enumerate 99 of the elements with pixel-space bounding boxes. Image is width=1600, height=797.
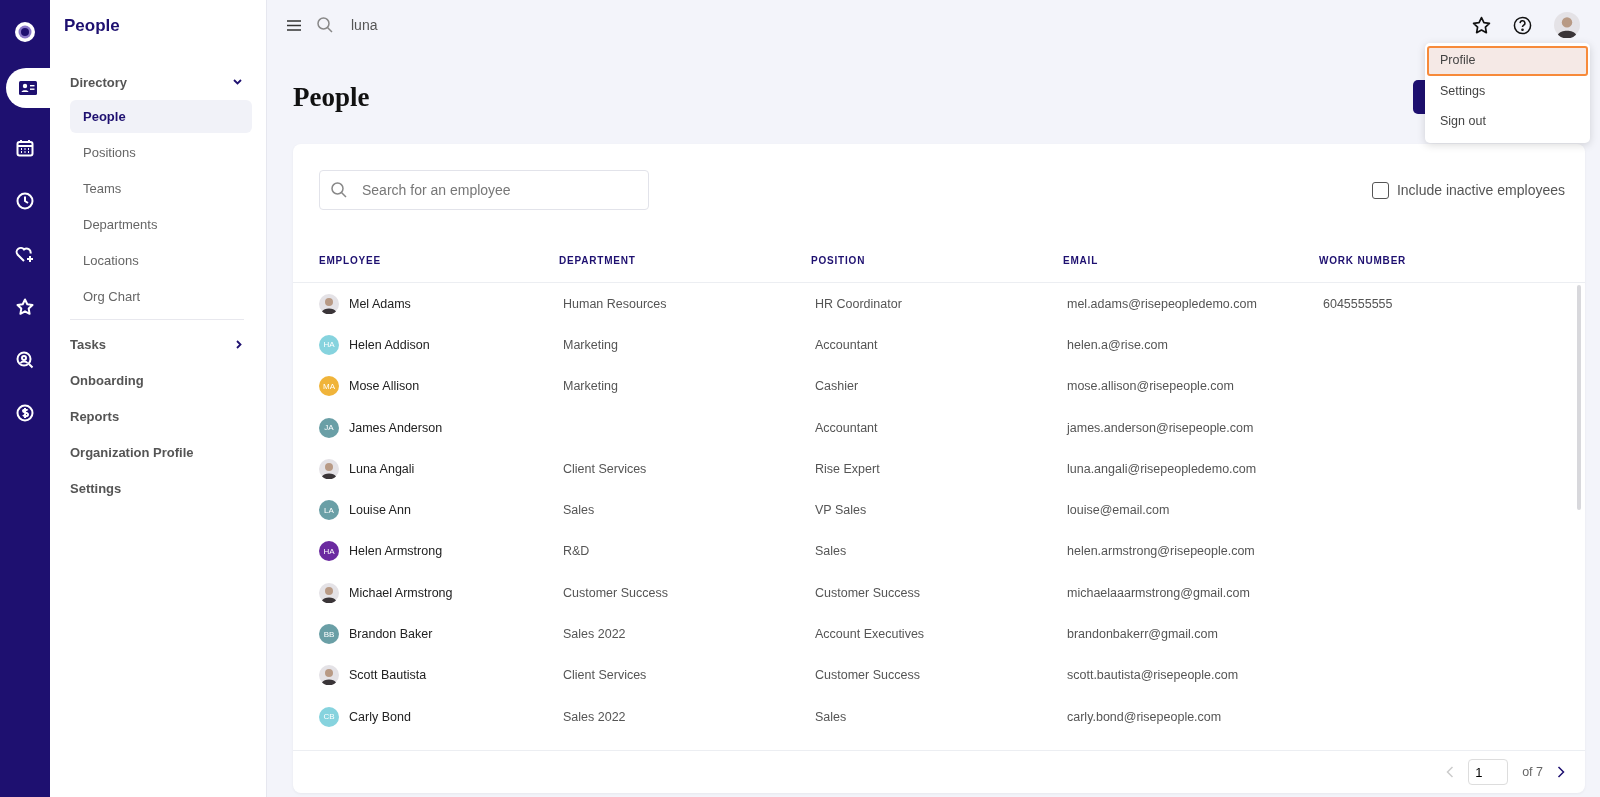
menu-item[interactable]: Sign out [1427,106,1588,136]
table-cell: Sales [563,503,595,518]
initials-avatar: CB [319,706,339,727]
table-cell: helen.armstrong@risepeople.com [1067,544,1255,559]
avatar-photo [1554,12,1580,38]
clock-icon[interactable] [16,191,34,210]
employee-name[interactable]: James Anderson [349,420,443,435]
id-card-icon[interactable] [19,81,37,95]
sidebar-group[interactable]: Onboarding [70,362,252,398]
table-cell: Customer Success [563,585,668,600]
employee-name[interactable]: Mel Adams [349,296,411,311]
column-header[interactable]: EMAIL [1063,254,1319,266]
menu-item[interactable]: Settings [1427,76,1588,106]
menu-icon[interactable] [287,19,301,31]
search-field[interactable]: luna [349,16,553,34]
sidebar-item[interactable]: Org Chart [70,280,252,313]
avatar-photo [319,458,339,479]
initials-avatar: BB [319,624,339,644]
next-page-button[interactable] [1557,766,1565,778]
dollar-icon[interactable] [16,403,34,422]
heart-plus-icon[interactable] [15,244,35,263]
sidebar-title: People [64,16,121,36]
avatar-photo [319,665,339,686]
table-cell: michaelaaarmstrong@gmail.com [1067,585,1250,600]
sidebar-item[interactable]: Locations [70,244,252,277]
sidebar-group[interactable]: Tasks [70,326,252,362]
table-cell: mel.adams@risepeopledemo.com [1067,296,1257,311]
table-cell: scott.bautista@risepeople.com [1067,668,1239,683]
table-cell: Accountant [815,337,878,352]
table-cell: mose.allison@risepeople.com [1067,379,1234,394]
table-cell: Sales [815,544,847,559]
table-cell: 6045555555 [1323,296,1393,311]
table-cell: Sales 2022 [563,709,626,724]
employee-name[interactable]: Helen Armstrong [349,544,443,559]
table-cell: Sales [815,709,847,724]
sidebar-item[interactable]: Departments [70,208,252,241]
initials-avatar: HA [319,334,339,355]
sidebar-group[interactable]: Reports [70,398,252,434]
avatar-photo [319,293,339,314]
employee-name[interactable]: Helen Addison [349,337,430,352]
sidebar-item[interactable]: Positions [70,136,252,169]
sidebar-group[interactable]: Directory [70,64,252,100]
table-cell: Sales 2022 [563,627,626,641]
sidebar-group[interactable]: Organization Profile [70,434,252,470]
checkbox[interactable] [1371,181,1389,199]
table-cell: Account Executives [815,627,925,641]
column-header[interactable]: WORK NUMBER [1319,254,1585,266]
table-cell: carly.bond@risepeople.com [1067,709,1222,724]
table-cell: Client Services [563,461,647,476]
employee-name[interactable]: Luna Angali [349,461,415,476]
column-header[interactable]: EMPLOYEE [319,254,559,266]
checkbox-label: Include inactive employees [1396,182,1565,198]
column-header[interactable]: POSITION [811,254,1063,266]
table-cell: luna.angali@risepeopledemo.com [1067,461,1257,476]
initials-avatar: MA [319,376,339,397]
table-cell: brandonbakerr@gmail.com [1067,627,1218,641]
person-search-icon[interactable] [16,350,34,369]
logo-icon [14,21,36,43]
table-cell: Accountant [815,420,878,435]
help-icon[interactable] [1513,15,1532,35]
scrollbar[interactable] [1577,285,1581,510]
employee-name[interactable]: Louise Ann [349,503,411,518]
employee-name[interactable]: Brandon Baker [349,627,433,641]
table-cell: Rise Expert [815,461,880,476]
employee-name[interactable]: Scott Bautista [349,668,427,683]
initials-avatar: HA [319,541,339,562]
table-cell: Cashier [815,379,859,394]
employee-name[interactable]: Mose Allison [349,379,420,394]
table-cell: VP Sales [815,503,867,518]
column-header[interactable]: DEPARTMENT [559,254,811,266]
star-icon[interactable] [1472,15,1491,35]
employee-search-field[interactable]: Search for an employee [319,170,649,210]
table-cell: HR Coordinator [815,296,902,311]
initials-avatar: JA [319,417,339,438]
employee-name[interactable]: Michael Armstrong [349,585,453,600]
search-icon [317,17,333,33]
table-cell: Customer Success [815,585,920,600]
table-cell: Marketing [563,379,618,394]
table-cell: Client Services [563,668,647,683]
sidebar-item[interactable]: People [70,100,252,133]
table-cell: Marketing [563,337,618,352]
table-cell: james.anderson@risepeople.com [1067,420,1254,435]
table-cell: R&D [563,544,590,559]
avatar-photo [319,582,339,603]
sidebar-item[interactable]: Teams [70,172,252,205]
initials-avatar: LA [319,500,339,521]
table-cell: Customer Success [815,668,920,683]
table-cell: louise@email.com [1067,503,1170,518]
table-cell: helen.a@rise.com [1067,337,1168,352]
table-cell: Human Resources [563,296,667,311]
menu-item[interactable]: Profile [1427,46,1588,76]
page-title: People [293,81,370,113]
page-count: of 7 [1522,765,1543,779]
search-icon [331,182,347,198]
employee-name[interactable]: Carly Bond [349,709,411,724]
page-field[interactable]: 1 [1468,759,1509,785]
calendar-icon[interactable] [16,138,34,157]
sidebar-group[interactable]: Settings [70,470,252,506]
rail-tab[interactable] [6,68,50,108]
